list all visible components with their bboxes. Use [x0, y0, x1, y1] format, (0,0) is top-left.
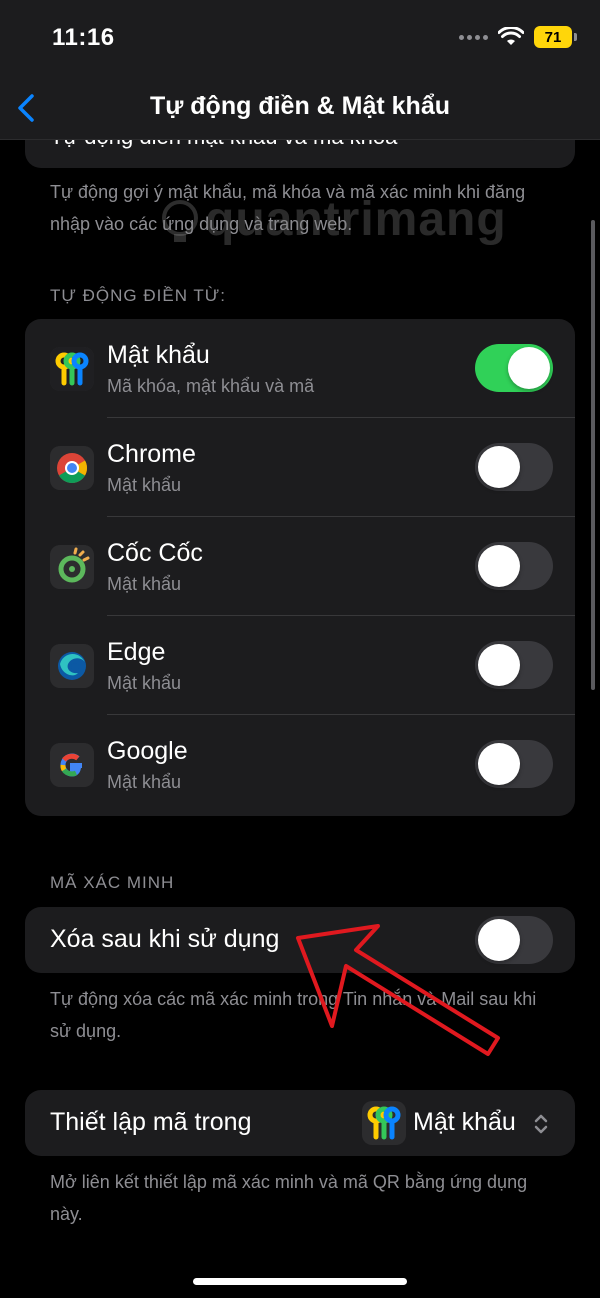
coccoc-toggle[interactable] [475, 542, 553, 590]
wifi-icon [498, 27, 524, 45]
google-icon [50, 743, 94, 787]
setup-codes-value[interactable]: Mật khẩu [413, 1108, 516, 1137]
chrome-icon [50, 446, 94, 490]
source-row-passwords[interactable]: Mật khẩu Mã khóa, mật khẩu và mã [25, 319, 575, 418]
setup-codes-app-icon [362, 1101, 406, 1145]
source-title: Google [107, 737, 188, 765]
home-indicator[interactable] [193, 1278, 407, 1285]
chevron-up-down-icon [534, 1114, 548, 1134]
settings-content: Tự động điền mật khẩu và mã khóa Tự động… [0, 0, 600, 1298]
autofill-from-header: TỰ ĐỘNG ĐIỀN TỪ: [50, 286, 227, 305]
source-subtitle: Mật khẩu [107, 475, 182, 495]
source-row-edge[interactable]: Edge Mật khẩu [25, 616, 575, 715]
google-toggle[interactable] [475, 740, 553, 788]
setup-codes-label: Thiết lập mã trong [50, 1108, 252, 1136]
autofill-sources-list: Mật khẩu Mã khóa, mật khẩu và mã Chrome … [25, 319, 575, 816]
source-title: Chrome [107, 440, 196, 468]
delete-after-use-label: Xóa sau khi sử dụng [50, 925, 280, 953]
source-title: Edge [107, 638, 166, 666]
status-time: 11:16 [52, 24, 115, 51]
chrome-toggle[interactable] [475, 443, 553, 491]
watermark-text: quantrimang [205, 193, 507, 246]
nav-bar: Tự động điền & Mật khẩu [0, 80, 600, 140]
source-row-google[interactable]: Google Mật khẩu [25, 715, 575, 814]
watermark-bulb-icon [162, 200, 198, 242]
source-title: Cốc Cốc [107, 539, 203, 567]
edge-toggle[interactable] [475, 641, 553, 689]
source-row-coccoc[interactable]: Cốc Cốc Mật khẩu [25, 517, 575, 616]
source-subtitle: Mật khẩu [107, 574, 182, 594]
edge-icon [50, 644, 94, 688]
source-title: Mật khẩu [107, 341, 210, 369]
source-row-chrome[interactable]: Chrome Mật khẩu [25, 418, 575, 517]
setup-codes-footnote: Mở liên kết thiết lập mã xác minh và mã … [50, 1172, 528, 1224]
signal-icon [459, 34, 488, 40]
coccoc-icon [50, 545, 94, 589]
passwords-toggle[interactable] [475, 344, 553, 392]
passwords-app-icon [50, 347, 94, 391]
battery-icon: 71 [534, 26, 577, 48]
scroll-indicator[interactable] [591, 220, 595, 690]
page-title: Tự động điền & Mật khẩu [149, 92, 451, 120]
setup-codes-row[interactable]: Thiết lập mã trong Mật khẩu [25, 1090, 575, 1156]
verification-header: MÃ XÁC MINH [50, 873, 175, 892]
annotation-arrow-icon [296, 924, 500, 1056]
source-subtitle: Mật khẩu [107, 772, 182, 792]
status-bar: 11:16 71 [0, 0, 600, 80]
source-subtitle: Mã khóa, mật khẩu và mã [107, 376, 315, 396]
source-subtitle: Mật khẩu [107, 673, 182, 693]
